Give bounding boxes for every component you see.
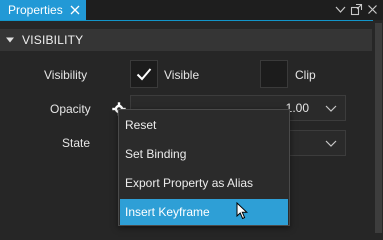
section-header-visibility[interactable]: VISIBILITY [0, 29, 372, 51]
undock-icon[interactable] [350, 3, 363, 16]
menu-item-reset[interactable]: Reset [120, 112, 288, 138]
menu-item-export-property-as-alias[interactable]: Export Property as Alias [120, 170, 288, 196]
close-icon[interactable] [366, 3, 379, 16]
menu-item-set-binding[interactable]: Set Binding [120, 141, 288, 167]
clip-checkbox[interactable] [260, 60, 288, 88]
tab-properties[interactable]: Properties [0, 0, 86, 20]
visible-checkbox[interactable] [130, 60, 158, 88]
context-menu: Reset Set Binding Export Property as Ali… [118, 109, 290, 226]
panel-window-controls [334, 3, 379, 16]
collapse-triangle-icon [6, 37, 14, 43]
menu-item-insert-keyframe[interactable]: Insert Keyframe [120, 199, 288, 225]
section-title: VISIBILITY [22, 33, 84, 47]
visible-checkbox-label: Visible [164, 68, 200, 82]
chevron-down-icon[interactable] [334, 3, 347, 16]
visibility-label: Visibility [44, 68, 88, 82]
clip-checkbox-label: Clip [295, 68, 316, 82]
chevron-down-icon[interactable] [325, 104, 337, 113]
tab-properties-label: Properties [8, 3, 63, 17]
state-label: State [62, 136, 91, 150]
close-icon[interactable] [70, 5, 80, 15]
checkmark-icon [136, 68, 152, 81]
scrollbar-thumb[interactable] [375, 23, 382, 233]
panel-tab-bar: Properties [0, 0, 383, 21]
mouse-cursor-icon [236, 202, 248, 220]
opacity-label: Opacity [50, 102, 91, 116]
chevron-down-icon[interactable] [325, 139, 337, 148]
